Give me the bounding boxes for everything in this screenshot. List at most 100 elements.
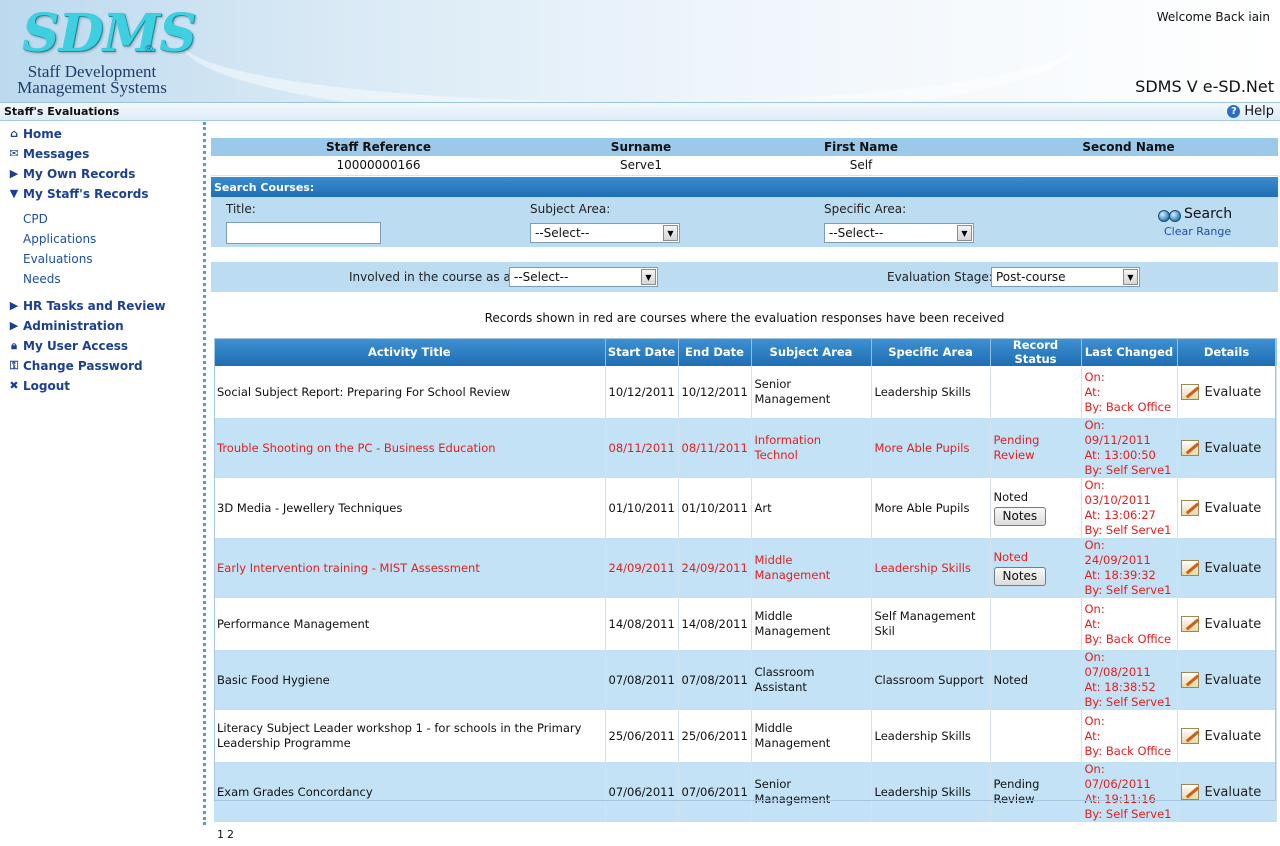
evaluate-label: Evaluate [1204,560,1262,576]
cell-details: Evaluate [1177,418,1277,478]
pager-row: 12 [214,822,1276,846]
sidebar-sub-evaluations[interactable]: Evaluations [23,252,93,266]
changed-at: At: 18:38:52 [1084,680,1156,694]
chevron-down-icon: ▼ [663,225,678,241]
sidebar-sub-cpd[interactable]: CPD [23,212,48,226]
staff-value-row: 10000000166 Serve1 Self [211,156,1278,176]
page-link[interactable]: 1 [217,828,224,841]
cell-last-changed: On: 24/09/2011 At: 18:39:32 By: Self Serve… [1081,538,1178,598]
nav-own-records-label: My Own Records [23,167,136,181]
nav-staff-records[interactable]: ▼ My Staff's Records [8,186,149,202]
staff-ref-value: 10000000166 [336,158,421,172]
cell-details: Evaluate [1177,478,1277,538]
cell-activity-title: Literacy Subject Leader workshop 1 - for… [214,710,606,762]
changed-at: At: 13:00:50 [1084,448,1156,462]
page-link[interactable]: 2 [227,828,234,841]
evaluation-stage-select[interactable]: Post-course ▼ [991,267,1140,287]
nav-logout-label: Logout [23,379,71,393]
cell-specific-area: Leadership Skills [871,538,991,598]
evaluate-button[interactable]: Evaluate [1180,500,1273,516]
cell-specific-area: Leadership Skills [871,710,991,762]
evaluate-label: Evaluate [1204,672,1262,688]
cell-activity-title: Social Subject Report: Preparing For Sch… [214,366,606,418]
changed-at: At: [1084,616,1101,631]
cell-start-date: 10/12/2011 [605,366,679,418]
nav-messages[interactable]: ✉ Messages [8,146,89,162]
nav-own-records[interactable]: ▶ My Own Records [8,166,136,182]
binoculars-icon [1158,207,1181,222]
sidebar-divider [203,122,206,825]
nav-hr[interactable]: ▶ HR Tasks and Review [8,298,166,314]
evaluate-button[interactable]: Evaluate [1180,560,1273,576]
evaluate-label: Evaluate [1204,384,1262,400]
cell-specific-area: More Able Pupils [871,478,991,538]
status-text: Pending Review [993,777,1040,806]
changed-at: At: 13:06:27 [1084,508,1156,522]
evaluate-button[interactable]: Evaluate [1180,440,1273,456]
logo-line-2: Management Systems [17,78,167,97]
nav-home[interactable]: ⌂ Home [8,126,62,142]
search-button-label: Search [1184,206,1233,222]
cell-subject-area: Senior Management [751,366,872,418]
triangle-right-icon: ▶ [9,319,19,332]
nav-admin[interactable]: ▶ Administration [8,318,124,334]
cell-activity-title: 3D Media - Jewellery Techniques [214,478,606,538]
evaluate-button[interactable]: Evaluate [1180,384,1273,400]
nav-change-password-label: Change Password [23,359,143,373]
cell-subject-area: Senior Management [751,762,872,822]
involved-select[interactable]: --Select-- ▼ [509,267,658,287]
cell-end-date: 01/10/2011 [678,478,752,538]
cell-activity-title: Early Intervention training - MIST Asses… [214,538,606,598]
sidebar-sub-applications[interactable]: Applications [23,232,96,246]
help-icon: ? [1227,105,1241,118]
cell-subject-area: Art [751,478,872,538]
cell-start-date: 25/06/2011 [605,710,679,762]
search-panel: Title: Subject Area: --Select-- ▼ Specif… [211,197,1278,247]
evaluate-button[interactable]: Evaluate [1180,728,1273,744]
logo-subtitle: Staff Development Management Systems [12,63,172,97]
cell-activity-title: Performance Management [214,598,606,650]
clear-range-link[interactable]: Clear Range [1164,225,1231,238]
home-icon: ⌂ [10,127,18,140]
col-specific-area: Specific Area [871,338,991,366]
cell-record-status: Noted [990,650,1082,710]
edit-pencil-icon [1180,500,1199,516]
cell-details: Evaluate [1177,710,1277,762]
title-input[interactable] [226,222,381,244]
cell-end-date: 07/06/2011 [678,762,752,822]
specific-area-value: --Select-- [829,226,884,240]
cell-activity-title: Basic Food Hygiene [214,650,606,710]
edit-pencil-icon [1180,384,1199,400]
cell-specific-area: More Able Pupils [871,418,991,478]
notes-button[interactable]: Notes [993,567,1047,586]
help-link[interactable]: ? Help [1227,104,1274,119]
subject-area-value: --Select-- [535,226,590,240]
evaluate-button[interactable]: Evaluate [1180,616,1273,632]
nav-change-password[interactable]: ⚿ Change Password [8,358,143,374]
cell-record-status [990,598,1082,650]
nav-logout[interactable]: ✖ Logout [8,378,70,394]
cell-details: Evaluate [1177,366,1277,418]
sidebar-sub-needs[interactable]: Needs [23,272,61,286]
notes-button[interactable]: Notes [993,507,1047,526]
col-last-changed: Last Changed [1081,338,1178,366]
cell-end-date: 24/09/2011 [678,538,752,598]
cell-subject-area: Middle Management [751,538,872,598]
page-title: Staff's Evaluations [4,105,120,118]
edit-pencil-icon [1180,616,1199,632]
specific-area-select[interactable]: --Select-- ▼ [824,223,974,243]
cell-last-changed: On: At: By: Back Office [1081,366,1178,418]
search-button[interactable]: Search [1158,206,1232,222]
evaluate-button[interactable]: Evaluate [1180,672,1273,688]
cell-activity-title: Exam Grades Concordancy [214,762,606,822]
edit-pencil-icon [1180,672,1199,688]
table-row: Basic Food Hygiene 07/08/2011 07/08/2011 Cl… [214,650,1277,710]
cell-record-status [990,366,1082,418]
subject-area-label: Subject Area: [530,202,611,216]
evaluate-button[interactable]: Evaluate [1180,784,1273,800]
changed-by: By: Self Serve1 [1084,695,1172,709]
subject-area-select[interactable]: --Select-- ▼ [530,223,680,243]
cell-specific-area: Leadership Skills [871,762,991,822]
nav-user-access[interactable]: 🔒︎ My User Access [8,338,128,354]
pager: 12 [214,822,1276,846]
